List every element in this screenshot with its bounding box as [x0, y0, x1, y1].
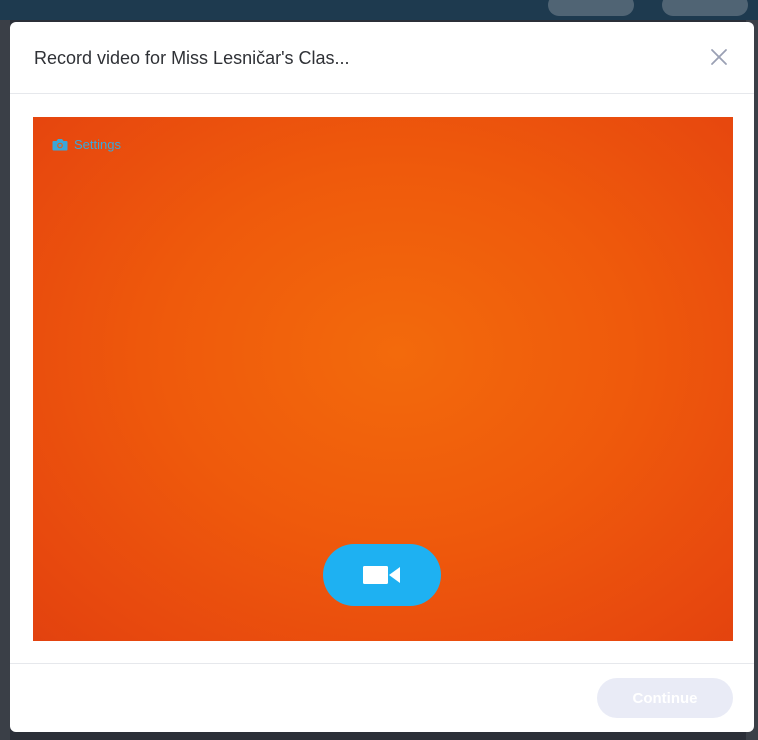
- camera-icon: [52, 139, 68, 151]
- record-button[interactable]: [323, 544, 441, 606]
- record-video-modal: Record video for Miss Lesničar's Clas...…: [10, 22, 754, 732]
- modal-header: Record video for Miss Lesničar's Clas...: [10, 22, 754, 94]
- background-button: [548, 0, 634, 16]
- modal-title: Record video for Miss Lesničar's Clas...: [34, 48, 350, 68]
- continue-button[interactable]: Continue: [597, 678, 733, 718]
- close-x-icon: [711, 49, 727, 65]
- background-page-header: [0, 0, 758, 20]
- background-button: [662, 0, 748, 16]
- video-camera-icon: [363, 566, 400, 584]
- modal-footer: Continue: [10, 663, 754, 732]
- background-overlay-left: [0, 20, 10, 740]
- settings-link[interactable]: Settings: [52, 137, 121, 152]
- settings-label: Settings: [74, 137, 121, 152]
- video-preview: Settings: [33, 117, 733, 641]
- close-button[interactable]: [706, 44, 732, 70]
